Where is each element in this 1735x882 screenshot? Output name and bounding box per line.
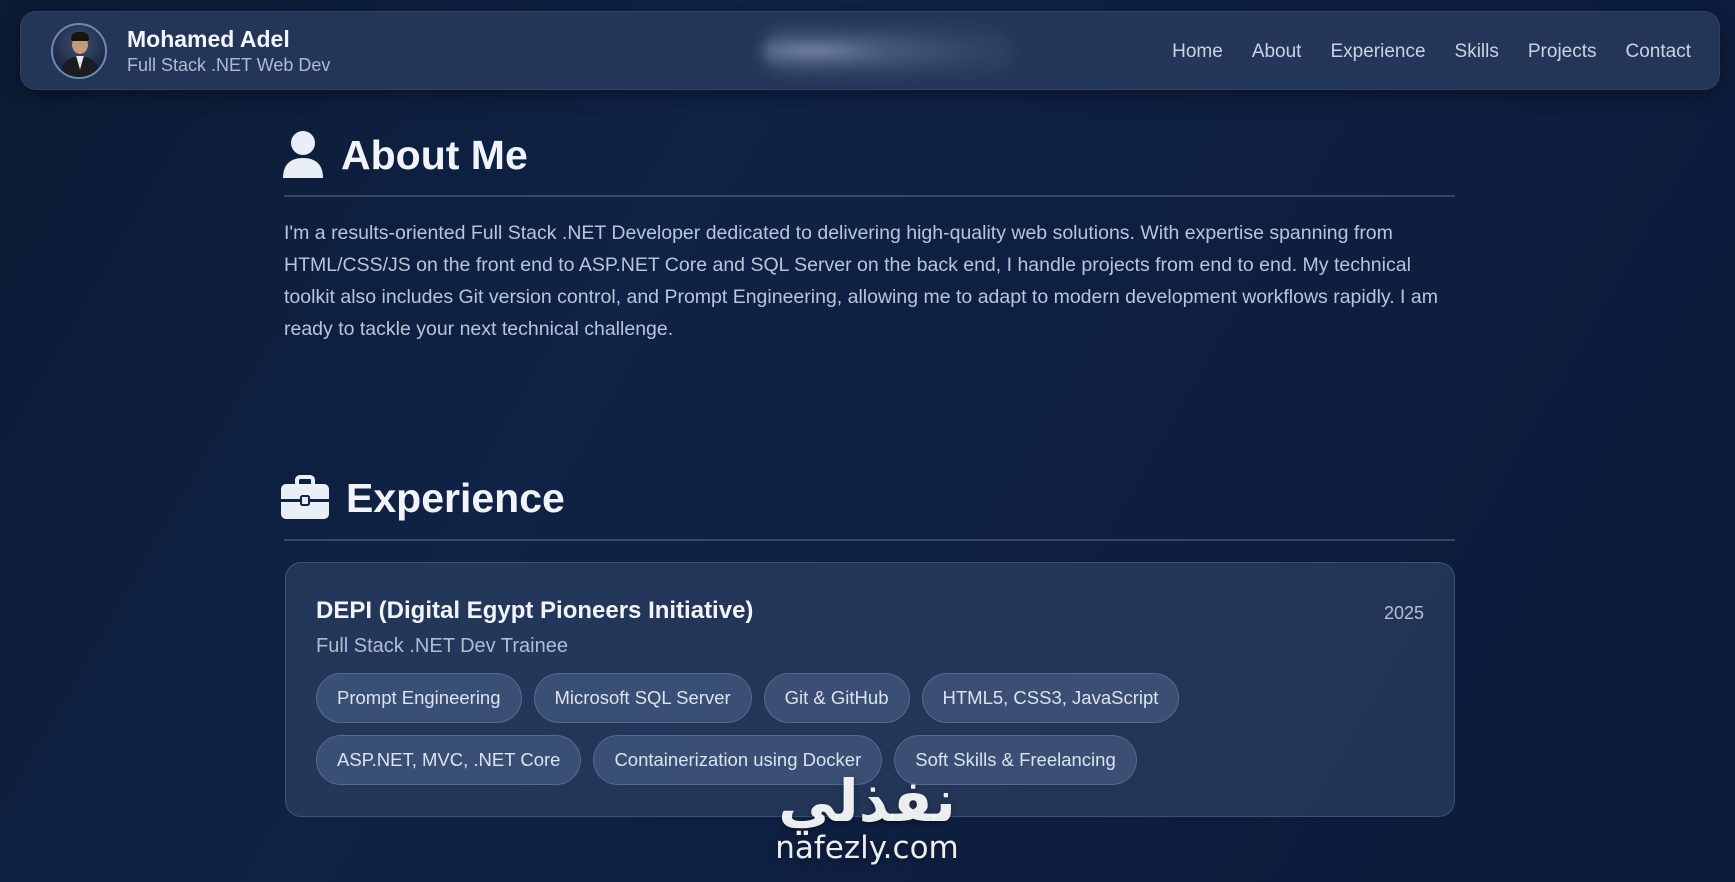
avatar: [51, 22, 107, 79]
about-title: About Me: [341, 131, 528, 178]
nav-link-about[interactable]: About: [1252, 41, 1302, 63]
nav-link-experience[interactable]: Experience: [1330, 41, 1425, 63]
top-navbar: Mohamed Adel Full Stack .NET Web Dev Hom…: [20, 11, 1720, 90]
nav-link-skills[interactable]: Skills: [1455, 41, 1499, 63]
skill-tag: ASP.NET, MVC, .NET Core: [316, 735, 582, 785]
about-divider: [284, 195, 1455, 197]
skill-tag: Microsoft SQL Server: [533, 673, 752, 723]
experience-role: Full Stack .NET Dev Trainee: [316, 635, 568, 657]
skill-tag: Prompt Engineering: [316, 673, 522, 723]
nav-link-home[interactable]: Home: [1172, 41, 1223, 63]
briefcase-icon: [280, 475, 330, 521]
nafezly-watermark: نفذلي nafezly.com: [752, 770, 982, 866]
experience-divider: [284, 539, 1455, 541]
nav-links: Home About Experience Skills Projects Co…: [1143, 12, 1691, 91]
brand[interactable]: Mohamed Adel Full Stack .NET Web Dev: [51, 22, 331, 79]
nav-link-projects[interactable]: Projects: [1528, 41, 1597, 63]
user-icon: [281, 130, 325, 180]
experience-title: Experience: [346, 474, 565, 521]
about-heading: About Me: [281, 125, 528, 185]
experience-year: 2025: [1383, 603, 1424, 623]
about-text: I'm a results-oriented Full Stack .NET D…: [284, 222, 1438, 340]
watermark-latin: nafezly.com: [775, 830, 959, 866]
brand-name: Mohamed Adel: [127, 25, 290, 52]
experience-organization: DEPI (Digital Egypt Pioneers Initiative): [316, 597, 754, 624]
skill-tag: HTML5, CSS3, JavaScript: [921, 673, 1180, 723]
skill-tag: Git & GitHub: [763, 673, 910, 723]
experience-heading: Experience: [280, 468, 565, 528]
blurred-region: [763, 26, 1013, 76]
watermark-arabic: نفذلي: [778, 767, 956, 835]
nav-link-contact[interactable]: Contact: [1626, 41, 1691, 63]
brand-role: Full Stack .NET Web Dev: [127, 54, 331, 75]
